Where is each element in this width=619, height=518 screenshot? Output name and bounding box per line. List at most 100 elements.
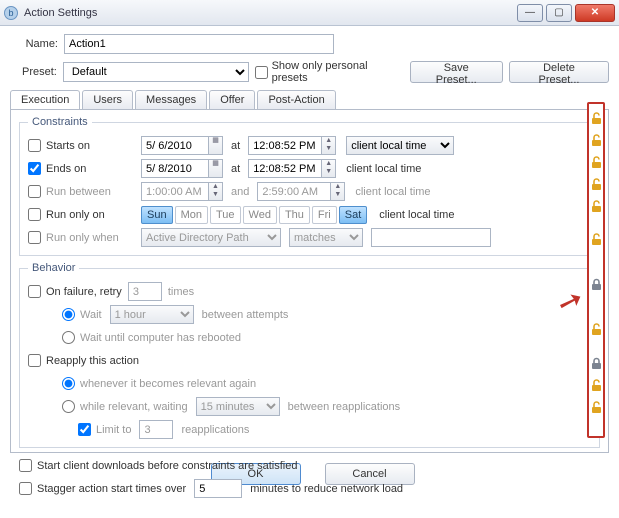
- lock-open-icon[interactable]: [589, 373, 603, 395]
- date-picker-icon[interactable]: ▦: [209, 159, 223, 178]
- app-icon: b: [4, 6, 18, 20]
- wait-duration-select[interactable]: 1 hour: [110, 305, 194, 324]
- while-relevant-radio[interactable]: [62, 400, 75, 413]
- times-label: times: [168, 286, 194, 298]
- wait-radio[interactable]: [62, 308, 75, 321]
- spinner-icon[interactable]: ▲▼: [209, 182, 223, 201]
- lock-column: [587, 102, 605, 438]
- between-from-input[interactable]: [141, 182, 209, 201]
- tab-messages[interactable]: Messages: [135, 90, 207, 109]
- start-downloads-label: Start client downloads before constraint…: [37, 460, 297, 472]
- lock-closed-icon[interactable]: [589, 261, 603, 306]
- day-wed[interactable]: Wed: [243, 206, 277, 224]
- adpath-select[interactable]: Active Directory Path: [141, 228, 281, 247]
- stagger-value-input[interactable]: [194, 479, 242, 498]
- tab-panel-execution: Constraints Starts on ▦ at ▲▼ client loc…: [10, 109, 609, 453]
- start-downloads-checkbox[interactable]: [19, 459, 32, 472]
- name-label: Name:: [10, 38, 58, 50]
- reapplications-label: reapplications: [181, 424, 249, 436]
- show-personal-label: Show only personal presets: [272, 60, 404, 84]
- lock-open-icon[interactable]: [589, 128, 603, 150]
- lock-closed-icon[interactable]: [589, 351, 603, 373]
- run-between-checkbox[interactable]: [28, 185, 41, 198]
- show-personal-checkbox[interactable]: [255, 66, 268, 79]
- timezone-select[interactable]: client local time: [346, 136, 454, 155]
- behavior-legend: Behavior: [28, 262, 79, 274]
- spinner-icon[interactable]: ▲▼: [331, 182, 345, 201]
- tab-users[interactable]: Users: [82, 90, 133, 109]
- start-time-input[interactable]: [248, 136, 322, 155]
- lock-open-icon[interactable]: [589, 194, 603, 216]
- day-thu[interactable]: Thu: [279, 206, 310, 224]
- starts-on-label: Starts on: [46, 140, 141, 152]
- lock-open-icon[interactable]: [589, 172, 603, 194]
- stagger-tail-label: minutes to reduce network load: [250, 483, 403, 495]
- run-only-on-checkbox[interactable]: [28, 208, 41, 221]
- between-to-input[interactable]: [257, 182, 331, 201]
- lock-open-icon[interactable]: [589, 150, 603, 172]
- tz-text-2: client local time: [355, 186, 430, 198]
- day-sun[interactable]: Sun: [141, 206, 173, 224]
- at-label-2: at: [231, 163, 240, 175]
- minimize-button[interactable]: —: [517, 4, 543, 22]
- wait-label: Wait: [80, 309, 102, 321]
- tabstrip: Execution Users Messages Offer Post-Acti…: [10, 90, 609, 109]
- delete-preset-button[interactable]: Delete Preset...: [509, 61, 609, 83]
- run-between-label: Run between: [46, 186, 141, 198]
- whenever-label: whenever it becomes relevant again: [80, 378, 256, 390]
- run-only-when-checkbox[interactable]: [28, 231, 41, 244]
- lock-open-icon[interactable]: [589, 216, 603, 261]
- on-failure-checkbox[interactable]: [28, 285, 41, 298]
- save-preset-button[interactable]: Save Preset...: [410, 61, 503, 83]
- ends-on-label: Ends on: [46, 163, 141, 175]
- preset-select[interactable]: Default: [63, 62, 249, 82]
- wait-reboot-radio[interactable]: [62, 331, 75, 344]
- limit-to-label: Limit to: [96, 424, 131, 436]
- starts-on-checkbox[interactable]: [28, 139, 41, 152]
- between-reapps-label: between reapplications: [288, 401, 401, 413]
- maximize-button[interactable]: ▢: [546, 4, 572, 22]
- constraints-legend: Constraints: [28, 116, 92, 128]
- lock-open-icon[interactable]: [589, 106, 603, 128]
- reapply-label: Reapply this action: [46, 355, 139, 367]
- stagger-checkbox[interactable]: [19, 482, 32, 495]
- run-only-when-label: Run only when: [46, 232, 141, 244]
- run-only-on-label: Run only on: [46, 209, 141, 221]
- tab-offer[interactable]: Offer: [209, 90, 255, 109]
- and-label: and: [231, 186, 249, 198]
- lock-open-icon[interactable]: [589, 306, 603, 351]
- spinner-icon[interactable]: ▲▼: [322, 136, 336, 155]
- day-sat[interactable]: Sat: [339, 206, 368, 224]
- matches-select[interactable]: matches: [289, 228, 363, 247]
- wait-reboot-label: Wait until computer has rebooted: [80, 332, 241, 344]
- at-label-1: at: [231, 140, 240, 152]
- day-mon[interactable]: Mon: [175, 206, 208, 224]
- retry-count-input[interactable]: [128, 282, 162, 301]
- on-failure-label: On failure, retry: [46, 286, 122, 298]
- title-bar: b Action Settings — ▢ ✕: [0, 0, 619, 26]
- while-relevant-label: while relevant, waiting: [80, 401, 188, 413]
- day-tue[interactable]: Tue: [210, 206, 241, 224]
- limit-value-input[interactable]: [139, 420, 173, 439]
- behavior-group: Behavior On failure, retry times Wait 1 …: [19, 262, 600, 448]
- when-value-input[interactable]: [371, 228, 491, 247]
- name-input[interactable]: [64, 34, 334, 54]
- spinner-icon[interactable]: ▲▼: [322, 159, 336, 178]
- date-picker-icon[interactable]: ▦: [209, 136, 223, 155]
- limit-to-checkbox[interactable]: [78, 423, 91, 436]
- tab-post-action[interactable]: Post-Action: [257, 90, 335, 109]
- end-date-input[interactable]: [141, 159, 209, 178]
- reapply-checkbox[interactable]: [28, 354, 41, 367]
- whenever-radio[interactable]: [62, 377, 75, 390]
- tz-text-1: client local time: [346, 163, 421, 175]
- close-button[interactable]: ✕: [575, 4, 615, 22]
- while-wait-select[interactable]: 15 minutes: [196, 397, 280, 416]
- tab-execution[interactable]: Execution: [10, 90, 80, 109]
- day-fri[interactable]: Fri: [312, 206, 337, 224]
- ends-on-checkbox[interactable]: [28, 162, 41, 175]
- start-date-input[interactable]: [141, 136, 209, 155]
- window-title: Action Settings: [24, 7, 514, 19]
- lock-open-icon[interactable]: [589, 395, 603, 417]
- tz-text-3: client local time: [379, 209, 454, 221]
- end-time-input[interactable]: [248, 159, 322, 178]
